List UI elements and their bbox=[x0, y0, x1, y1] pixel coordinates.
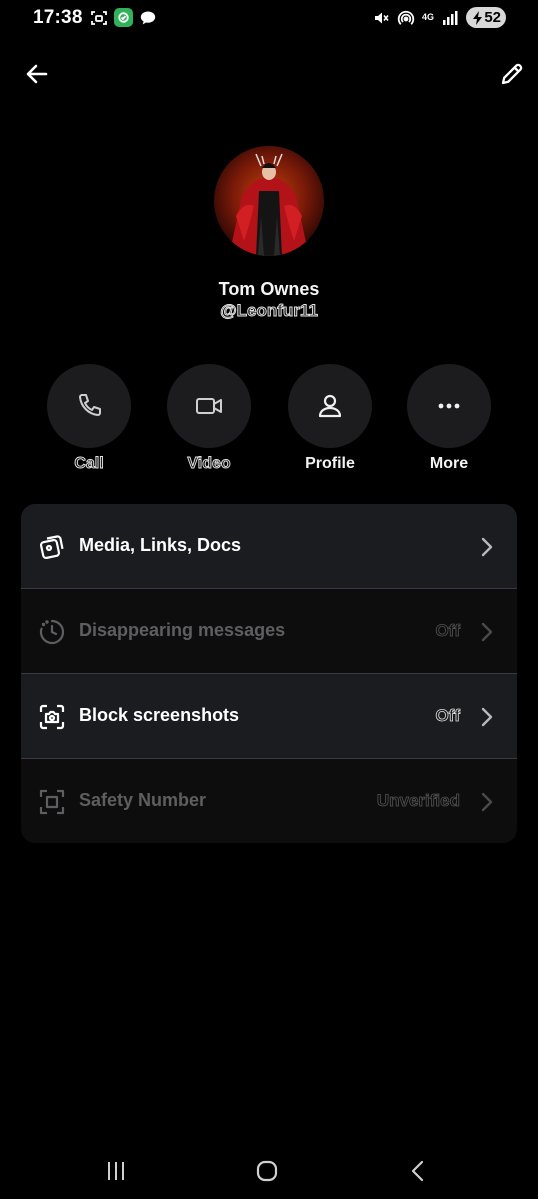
recent-apps-icon bbox=[108, 1162, 124, 1180]
charging-bolt-icon bbox=[473, 10, 483, 25]
call-button[interactable]: Call bbox=[47, 364, 131, 473]
status-bar: 17:38 4G 52 bbox=[0, 0, 538, 38]
row-label: Media, Links, Docs bbox=[79, 535, 242, 555]
chevron-right-icon bbox=[481, 622, 493, 642]
timer-icon bbox=[39, 619, 65, 645]
signal-icon bbox=[441, 9, 459, 27]
system-navigation-bar bbox=[0, 1140, 538, 1199]
row-value: Unverified bbox=[376, 791, 460, 811]
person-icon bbox=[318, 394, 342, 418]
row-value: Off bbox=[435, 621, 460, 641]
avatar-image bbox=[214, 146, 324, 256]
video-label: Video bbox=[187, 455, 231, 473]
message-notification-icon bbox=[139, 9, 157, 27]
recent-apps-button[interactable] bbox=[96, 1156, 136, 1186]
chevron-right-icon bbox=[481, 707, 493, 727]
contact-name: Tom Ownes bbox=[218, 279, 320, 299]
screenshot-notification-icon bbox=[90, 9, 108, 27]
app-notification-icon bbox=[114, 8, 133, 27]
row-media-links-docs[interactable]: Media, Links, Docs bbox=[21, 504, 517, 588]
profile-button[interactable]: Profile bbox=[288, 364, 372, 473]
battery-indicator: 52 bbox=[466, 7, 506, 28]
row-value: Off bbox=[435, 706, 460, 726]
home-icon bbox=[256, 1160, 278, 1182]
arrow-left-icon bbox=[26, 64, 48, 84]
mute-icon bbox=[372, 9, 390, 27]
profile-label: Profile bbox=[305, 455, 355, 472]
row-label: Block screenshots bbox=[79, 705, 240, 725]
media-icon bbox=[39, 535, 64, 560]
row-label: Safety Number bbox=[79, 790, 207, 810]
chevron-left-icon bbox=[411, 1160, 424, 1182]
avatar[interactable] bbox=[214, 146, 324, 256]
pencil-icon bbox=[501, 63, 523, 85]
video-icon bbox=[196, 398, 222, 414]
row-disappearing-messages[interactable]: Disappearing messages Off bbox=[21, 589, 517, 673]
edit-button[interactable] bbox=[492, 54, 532, 94]
home-button[interactable] bbox=[247, 1156, 287, 1186]
battery-level: 52 bbox=[484, 9, 501, 26]
more-dots-icon bbox=[438, 403, 460, 409]
chevron-right-icon bbox=[481, 537, 493, 557]
settings-card: Media, Links, Docs Disappearing messages… bbox=[21, 504, 517, 843]
safety-number-icon bbox=[39, 789, 65, 815]
back-button[interactable] bbox=[17, 54, 57, 94]
contact-handle: @Leonfur11 bbox=[220, 301, 319, 321]
system-back-button[interactable] bbox=[398, 1156, 438, 1186]
call-label: Call bbox=[74, 455, 104, 473]
phone-icon bbox=[79, 394, 101, 416]
hotspot-icon bbox=[397, 9, 415, 27]
network-type-label: 4G bbox=[421, 12, 434, 22]
row-label: Disappearing messages bbox=[79, 620, 286, 640]
more-label: More bbox=[429, 455, 469, 472]
row-block-screenshots[interactable]: Block screenshots Off bbox=[21, 674, 517, 758]
more-button[interactable]: More bbox=[407, 364, 491, 473]
chevron-right-icon bbox=[481, 792, 493, 812]
status-time: 17:38 bbox=[33, 7, 83, 28]
row-safety-number[interactable]: Safety Number Unverified bbox=[21, 759, 517, 843]
screenshot-camera-icon bbox=[39, 704, 65, 730]
video-button[interactable]: Video bbox=[167, 364, 251, 473]
